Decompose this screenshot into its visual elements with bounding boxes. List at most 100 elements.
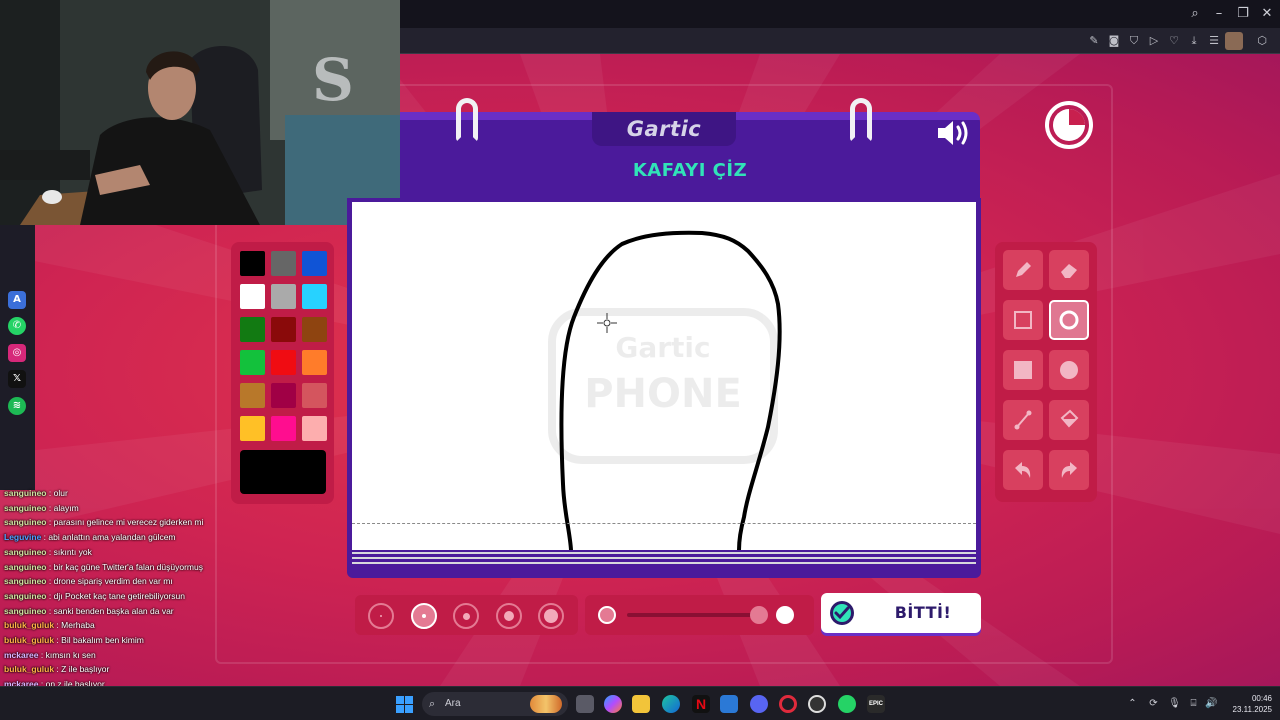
fill-tool[interactable] <box>1049 400 1089 440</box>
menu-icon[interactable]: ☰ <box>1205 32 1223 50</box>
rectangle-fill-tool[interactable] <box>1003 350 1043 390</box>
instagram-icon[interactable]: ◎ <box>8 344 26 362</box>
taskbar-search[interactable]: ⌕ Ara <box>422 692 568 716</box>
chat-username[interactable]: sanguineo <box>4 488 47 498</box>
gartic-logo: Gartic <box>626 117 702 141</box>
paint-bucket-icon <box>1060 409 1079 428</box>
chat-username[interactable]: sanguineo <box>4 606 47 616</box>
color-swatch[interactable] <box>302 284 327 309</box>
chat-username[interactable]: sanguineo <box>4 503 47 513</box>
opera-gx-icon[interactable] <box>779 695 797 713</box>
spotify-icon[interactable]: ≋ <box>8 397 26 415</box>
chevron-up-icon[interactable]: ⌃ <box>1126 697 1139 710</box>
color-swatch[interactable] <box>302 251 327 276</box>
windows-start-icon[interactable] <box>396 696 413 713</box>
chat-username[interactable]: mckaree <box>4 679 39 686</box>
camera-icon[interactable]: ◙ <box>1105 32 1123 50</box>
color-swatch[interactable] <box>271 251 296 276</box>
close-icon[interactable]: ✕ <box>1258 5 1276 23</box>
x-icon[interactable]: 𝕏 <box>8 370 26 388</box>
brush-size-option[interactable] <box>495 603 522 629</box>
rectangle-outline-tool[interactable] <box>1003 300 1043 340</box>
edit-icon[interactable]: ✎ <box>1085 32 1103 50</box>
notebook-header: Gartic KAFAYI ÇİZ <box>400 112 980 198</box>
color-swatch[interactable] <box>302 350 327 375</box>
app-icon[interactable]: A <box>8 291 26 309</box>
opacity-slider-track[interactable] <box>627 613 755 617</box>
taskbar-clock[interactable]: 00:46 23.11.2025 <box>1222 693 1272 715</box>
minimize-icon[interactable]: – <box>1210 5 1228 23</box>
extensions-icon[interactable]: ⬡ <box>1253 32 1271 50</box>
discord-icon[interactable] <box>750 695 768 713</box>
mail-icon[interactable] <box>720 695 738 713</box>
color-swatch[interactable] <box>302 416 327 441</box>
chat-username[interactable]: sanguineo <box>4 591 47 601</box>
chat-username[interactable]: Leguvine <box>4 532 41 542</box>
chat-username[interactable]: buluk_guluk <box>4 664 54 674</box>
drawing-prompt: KAFAYI ÇİZ <box>632 160 748 181</box>
ellipse-fill-tool[interactable] <box>1049 350 1089 390</box>
steelseries-icon[interactable] <box>808 695 826 713</box>
redo-button[interactable] <box>1049 450 1089 490</box>
microphone-icon[interactable]: 🎙 <box>1168 697 1181 710</box>
brush-size-option[interactable] <box>410 603 437 629</box>
color-swatch[interactable] <box>271 317 296 342</box>
chat-username[interactable]: sanguineo <box>4 517 47 527</box>
opacity-slider-handle[interactable] <box>750 606 768 624</box>
color-swatch[interactable] <box>271 284 296 309</box>
eraser-tool[interactable] <box>1049 250 1089 290</box>
line-tool[interactable] <box>1003 400 1043 440</box>
brush-size-option[interactable] <box>538 603 564 629</box>
drawing-canvas[interactable]: Gartic PHONE <box>352 202 976 550</box>
chat-username[interactable]: sanguineo <box>4 562 47 572</box>
chat-message: Leguvine : abi anlattın ama yalandan gül… <box>0 530 215 545</box>
download-icon[interactable]: ⤓ <box>1185 32 1203 50</box>
speaker-icon[interactable] <box>936 118 972 148</box>
brush-size-option[interactable] <box>368 603 394 629</box>
brush-size-option[interactable] <box>453 603 479 629</box>
file-explorer-icon[interactable] <box>632 695 650 713</box>
task-view-icon[interactable] <box>576 695 594 713</box>
chat-username[interactable]: sanguineo <box>4 576 47 586</box>
color-swatch[interactable] <box>240 350 265 375</box>
network-icon[interactable]: ⌸ <box>1187 697 1200 710</box>
undo-button[interactable] <box>1003 450 1043 490</box>
heart-icon[interactable]: ♡ <box>1165 32 1183 50</box>
color-swatch[interactable] <box>240 383 265 408</box>
chat-username[interactable]: mckaree <box>4 650 39 660</box>
avatar[interactable] <box>1225 32 1243 50</box>
netflix-icon[interactable]: N <box>692 695 710 713</box>
chat-text: kımsın kı sen <box>45 649 96 660</box>
svg-text:PHONE: PHONE <box>584 371 742 417</box>
color-swatch[interactable] <box>240 284 265 309</box>
sync-icon[interactable]: ⟳ <box>1147 697 1160 710</box>
browser-titlebar: ⌕ – ❐ ✕ <box>400 0 1280 28</box>
pen-tool[interactable] <box>1003 250 1043 290</box>
color-swatch[interactable] <box>240 317 265 342</box>
color-swatch[interactable] <box>240 251 265 276</box>
done-button[interactable]: BİTTİ! <box>821 593 981 633</box>
restore-icon[interactable]: ❐ <box>1234 5 1252 23</box>
chat-username[interactable]: buluk_guluk <box>4 620 54 630</box>
volume-icon[interactable]: 🔊 <box>1205 697 1218 710</box>
edge-icon[interactable] <box>662 695 680 713</box>
copilot-icon[interactable] <box>604 695 622 713</box>
color-swatch[interactable] <box>271 350 296 375</box>
color-swatch[interactable] <box>271 416 296 441</box>
color-swatch[interactable] <box>240 416 265 441</box>
chat-username[interactable]: sanguineo <box>4 547 47 557</box>
epic-games-icon[interactable]: EPIC <box>867 695 885 713</box>
watermark-logo: Gartic PHONE <box>548 308 778 464</box>
whatsapp-icon[interactable]: ✆ <box>8 317 26 335</box>
shield-icon[interactable]: ⛉ <box>1125 32 1143 50</box>
play-icon[interactable]: ▷ <box>1145 32 1163 50</box>
search-icon[interactable]: ⌕ <box>1186 5 1204 23</box>
color-swatch[interactable] <box>302 317 327 342</box>
chat-text: Merhaba <box>61 620 95 631</box>
color-swatch[interactable] <box>271 383 296 408</box>
chat-username[interactable]: buluk_guluk <box>4 635 54 645</box>
whatsapp-icon[interactable] <box>838 695 856 713</box>
ellipse-outline-tool[interactable] <box>1049 300 1089 340</box>
chat-separator: : <box>46 576 54 587</box>
color-swatch[interactable] <box>302 383 327 408</box>
